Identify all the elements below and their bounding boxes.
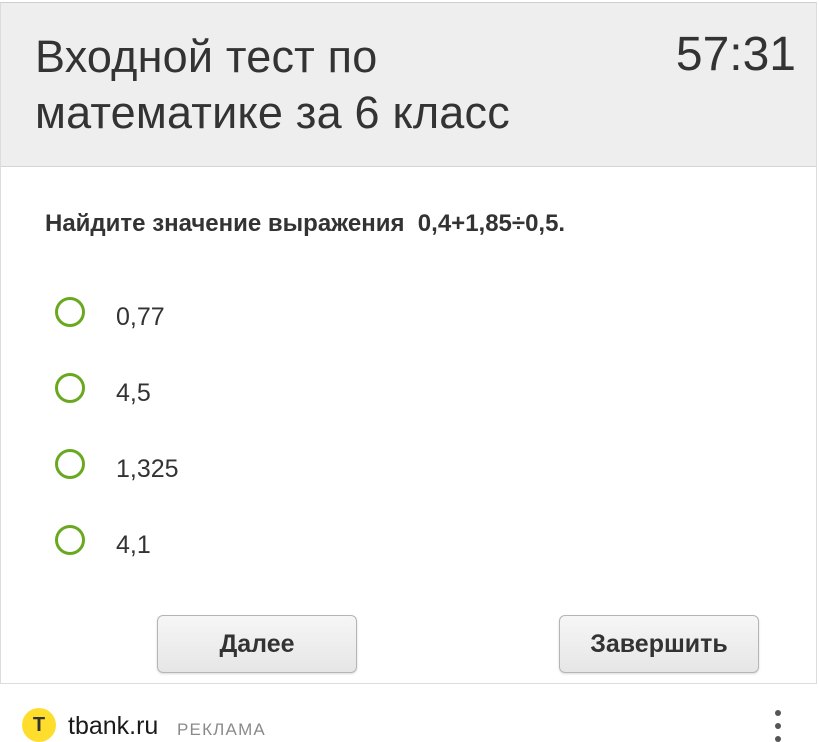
countdown-timer: 57:31 bbox=[675, 28, 796, 81]
more-vertical-icon[interactable] bbox=[768, 710, 788, 742]
answer-option-label: 4,5 bbox=[116, 378, 151, 407]
finish-button[interactable]: Завершить bbox=[559, 615, 759, 673]
ad-label: РЕКЛАМА bbox=[177, 720, 266, 739]
radio-button[interactable] bbox=[55, 373, 85, 403]
menu-dot bbox=[775, 723, 781, 729]
question-text: Найдите значение выражения 0,4+1,85÷0,5. bbox=[45, 210, 566, 237]
test-header: Входной тест по математике за 6 класс 57… bbox=[1, 3, 816, 167]
test-title: Входной тест по математике за 6 класс bbox=[35, 31, 510, 138]
ad-bar[interactable]: Т tbank.ru РЕКЛАМА bbox=[0, 686, 819, 742]
radio-button[interactable] bbox=[55, 297, 85, 327]
tbank-logo-icon: Т bbox=[22, 708, 56, 742]
page: Входной тест по математике за 6 класс 57… bbox=[0, 0, 819, 742]
answer-option-label: 4,1 bbox=[116, 530, 151, 559]
radio-button[interactable] bbox=[55, 449, 85, 479]
answer-option[interactable]: 1,325 bbox=[55, 445, 655, 483]
menu-dot bbox=[775, 710, 781, 716]
radio-button[interactable] bbox=[55, 525, 85, 555]
ad-domain[interactable]: tbank.ru bbox=[68, 710, 158, 742]
answer-option[interactable]: 4,5 bbox=[55, 369, 655, 407]
next-button[interactable]: Далее bbox=[157, 615, 357, 673]
test-card: Входной тест по математике за 6 класс 57… bbox=[0, 2, 817, 684]
answer-option[interactable]: 0,77 bbox=[55, 293, 655, 331]
answer-option-label: 1,325 bbox=[116, 454, 179, 483]
answer-option[interactable]: 4,1 bbox=[55, 521, 655, 559]
answer-options: 0,77 4,5 1,325 4,1 bbox=[55, 293, 655, 597]
answer-option-label: 0,77 bbox=[116, 302, 165, 331]
menu-dot bbox=[775, 736, 781, 742]
